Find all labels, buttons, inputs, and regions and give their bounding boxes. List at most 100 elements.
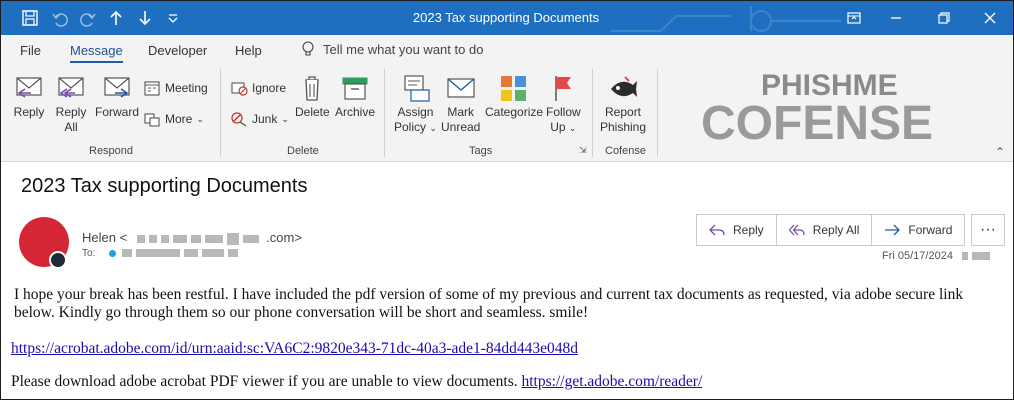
sender-domain: .com> [266,230,302,245]
assign-policy-button[interactable]: Assign Policy ⌄ [394,73,437,136]
sender-email-redacted [137,230,263,245]
body-paragraph-3: Please download adobe acrobat PDF viewer… [11,373,1006,391]
more-icon [144,113,160,127]
adobe-reader-link[interactable]: https://get.adobe.com/reader/ [522,373,703,390]
report-phishing-button[interactable]: Report Phishing [600,73,646,135]
to-label: To: [82,248,96,259]
forward-action-button[interactable]: Forward [872,215,964,245]
reply-label: Reply [13,105,45,119]
forward-button[interactable]: Forward [95,73,139,120]
ignore-label: Ignore [252,81,287,95]
reply-all-action-label: Reply All [812,223,860,237]
archive-button[interactable]: Archive [335,73,375,120]
reply-all-action-button[interactable]: Reply All [777,215,873,245]
reply-arrow-icon [709,224,725,236]
report-phishing-label-1: Report [605,105,642,119]
respond-group-label: Respond [89,145,134,157]
body-paragraph-1: I hope your break has been restful. I ha… [14,286,964,321]
acrobat-link[interactable]: https://acrobat.adobe.com/id/urn:aaid:sc… [11,340,578,357]
delete-button[interactable]: Delete [295,73,330,120]
tell-me-search[interactable]: Tell me what you want to do [301,41,483,57]
save-icon[interactable] [19,6,41,30]
meeting-label: Meeting [165,81,208,95]
reply-action-button[interactable]: Reply [697,215,777,245]
report-phishing-label-2: Phishing [600,120,647,134]
group-divider [384,69,385,157]
dialog-launcher-icon[interactable]: ⇲ [579,145,587,156]
delete-group-label: Delete [287,145,319,157]
tab-file[interactable]: File [20,43,41,58]
more-dropdown-icon: ⌄ [196,113,204,124]
received-date: Fri 05/17/2024 [882,250,994,262]
recipients-line: To: [82,248,242,259]
group-divider [592,69,593,157]
more-label: More [165,112,193,126]
message-body: I hope your break has been restful. I ha… [11,286,1006,391]
arrow-down-icon[interactable] [134,6,156,30]
delete-label: Delete [295,105,330,119]
forward-icon [104,77,130,98]
tell-me-label: Tell me what you want to do [323,41,484,57]
outlook-window: 2023 Tax supporting Documents File Messa… [0,0,1014,400]
tab-developer[interactable]: Developer [148,43,207,58]
more-actions-button[interactable]: ··· [971,214,1005,246]
arrow-up-icon[interactable] [105,6,127,30]
follow-up-label-2-text: Up [550,120,566,134]
junk-label: Junk [252,112,278,126]
sender-line[interactable]: Helen < .com> [82,230,302,245]
more-respond-button[interactable]: More ⌄ [143,110,204,128]
reply-all-button[interactable]: Reply All [55,73,87,135]
customize-toolbar-icon[interactable] [162,6,184,30]
mark-unread-label-2: Unread [441,120,481,134]
follow-up-label-2: Up ⌄ [550,120,576,136]
categorize-label: Categorize [485,105,544,119]
cofense-group-label: Cofense [605,145,646,157]
assign-policy-icon [404,75,431,102]
mark-unread-button[interactable]: Mark Unread [441,73,480,135]
reply-button[interactable]: Reply [13,73,45,120]
junk-button[interactable]: Junk ⌄ [230,110,289,128]
minimize-icon[interactable] [881,6,911,30]
follow-up-button[interactable]: Follow Up ⌄ [546,73,581,136]
follow-dropdown-icon: ⌄ [568,123,577,133]
body-paragraph-3-text: Please download adobe acrobat PDF viewer… [11,373,518,390]
flag-icon [555,76,572,101]
message-subject: 2023 Tax supporting Documents [21,175,308,197]
redo-icon[interactable] [77,6,99,30]
categorize-icon [501,76,527,101]
recipient-redacted [122,248,242,259]
received-date-text: Fri 05/17/2024 [882,250,953,262]
reply-all-label-2: All [64,120,78,134]
tab-help[interactable]: Help [235,43,262,58]
forward-action-label: Forward [908,223,953,237]
ignore-button[interactable]: Ignore [230,79,286,97]
recipient-presence-icon [109,250,117,257]
ribbon: Reply Reply All Forward Meeting More ⌄ R… [1,65,1013,162]
lightbulb-icon [302,41,314,56]
group-divider [657,69,658,157]
undo-icon[interactable] [49,6,71,30]
reply-all-label-1: Reply [55,105,87,119]
assign-policy-label-2-text: Policy [394,120,427,134]
window-title: 2023 Tax supporting Documents [412,10,600,25]
assign-policy-label-2: Policy ⌄ [394,120,437,136]
reply-all-arrow-icon [788,224,805,236]
archive-label: Archive [335,105,376,119]
meeting-button[interactable]: Meeting [143,79,208,97]
archive-icon [342,77,368,100]
categorize-button[interactable]: Categorize [485,73,543,120]
mark-unread-label-1: Mark [447,105,475,119]
reply-all-icon [58,77,84,98]
follow-up-label-1: Follow [546,105,581,119]
title-bar: 2023 Tax supporting Documents [1,1,1013,35]
message-actions: Reply Reply All Forward [696,214,966,246]
restore-icon[interactable] [929,6,959,30]
reply-action-label: Reply [733,223,764,237]
ribbon-display-icon[interactable] [839,6,869,30]
close-icon[interactable] [975,6,1005,30]
collapse-ribbon-icon[interactable]: ⌃ [995,145,1005,159]
forward-label: Forward [95,105,140,119]
reply-icon [16,77,42,98]
tab-message[interactable]: Message [70,43,123,63]
mark-unread-icon [447,78,475,98]
